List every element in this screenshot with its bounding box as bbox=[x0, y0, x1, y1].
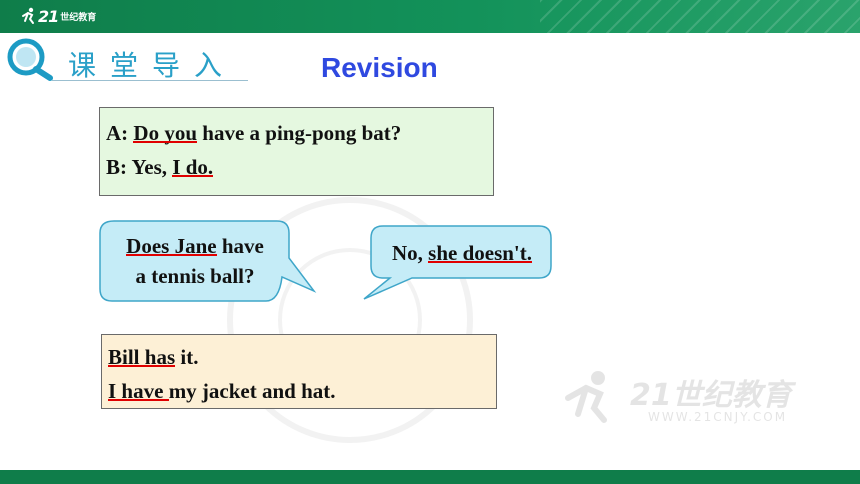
sentence-box: Bill has it. I have my jacket and hat. bbox=[101, 334, 497, 409]
sentence-line-1: Bill has it. bbox=[108, 340, 496, 374]
watermark: 21世纪教育 WWW.21CNJY.COM bbox=[560, 368, 830, 438]
watermark-url: WWW.21CNJY.COM bbox=[648, 410, 788, 424]
sentence-text: it. bbox=[175, 345, 199, 369]
underlined-phrase: Bill has bbox=[108, 345, 176, 369]
bottom-banner bbox=[0, 470, 860, 484]
bubble-left-line2: a tennis ball? bbox=[135, 264, 255, 288]
underlined-phrase: she doesn't. bbox=[428, 241, 533, 265]
underlined-phrase: Does Jane bbox=[126, 234, 217, 258]
runner-watermark-icon bbox=[565, 371, 607, 423]
bubble-left-text: Does Jane have a tennis ball? bbox=[106, 231, 284, 291]
sentence-line-2: I have my jacket and hat. bbox=[108, 374, 496, 408]
underlined-phrase: I have bbox=[108, 379, 169, 403]
bubble-text: have bbox=[216, 234, 264, 258]
bubble-right-text: No, she doesn't. bbox=[374, 238, 550, 268]
sentence-text: my jacket and hat. bbox=[168, 379, 336, 403]
watermark-title: 21世纪教育 bbox=[630, 378, 792, 413]
bubble-text: No, bbox=[391, 241, 429, 265]
bubble-left-line1: Does Jane have bbox=[106, 231, 284, 261]
